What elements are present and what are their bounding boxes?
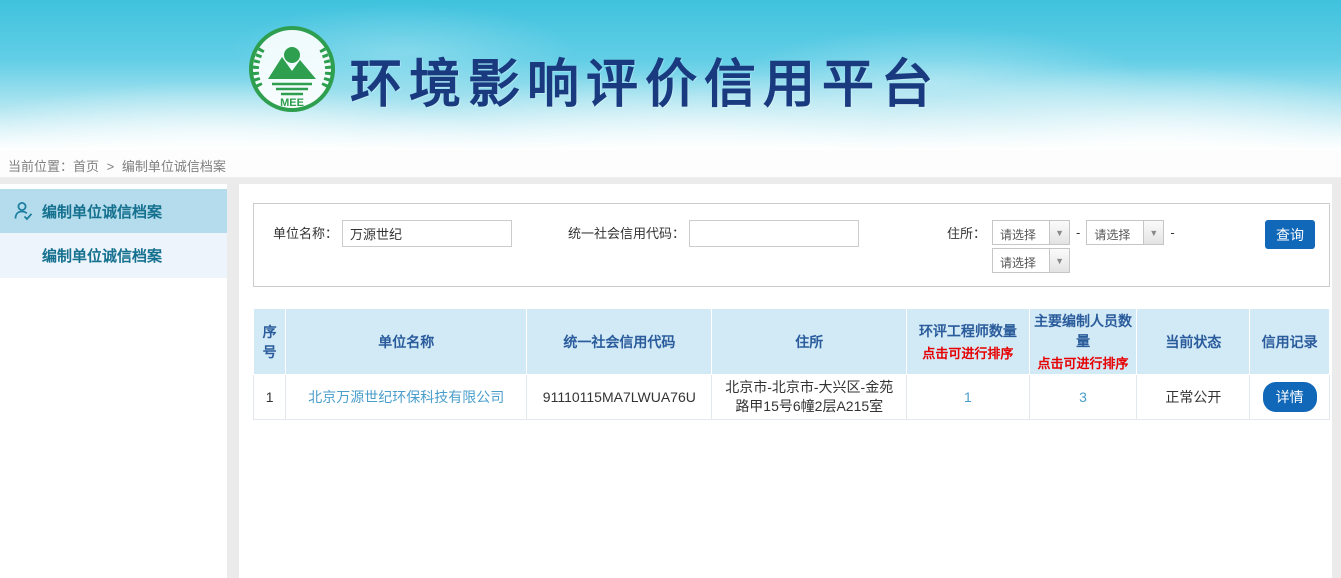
row-index: 1 (254, 375, 286, 420)
unit-name-label: 单位名称： (273, 220, 338, 247)
address-value: 北京市-北京市-大兴区-金苑路甲15号6幢2层A215室 (712, 375, 907, 420)
address-selects: 请选择 ▼ - 请选择 ▼ - 请选择 ▼ (992, 220, 1181, 273)
province-select[interactable]: 请选择 ▼ (992, 220, 1070, 245)
content-area: 单位名称： 统一社会信用代码： 住所： 请选择 ▼ - 请选择 ▼ (239, 184, 1332, 578)
sidebar-item-label: 编制单位诚信档案 (42, 201, 162, 222)
address-label: 住所： (947, 220, 986, 247)
sort-hint[interactable]: 点击可进行排序 (909, 343, 1027, 362)
sidebar-subitem-unit-credit-archive[interactable]: 编制单位诚信档案 (0, 233, 227, 278)
breadcrumb-label: 当前位置： (8, 159, 73, 174)
column-header-credit-record: 信用记录 (1250, 309, 1330, 375)
status-value: 正常公开 (1137, 375, 1250, 420)
sidebar-item-unit-credit-archive[interactable]: 编制单位诚信档案 (0, 189, 227, 233)
unit-name-input[interactable] (342, 220, 512, 247)
sidebar: 编制单位诚信档案 编制单位诚信档案 (0, 184, 227, 578)
column-header-staff-count[interactable]: 主要编制人员数量 点击可进行排序 (1029, 309, 1137, 375)
main-layout: 编制单位诚信档案 编制单位诚信档案 单位名称： 统一社会信用代码： 住所： 请选… (0, 178, 1341, 578)
chevron-down-icon[interactable]: ▼ (1049, 249, 1069, 272)
column-header-address: 住所 (712, 309, 907, 375)
credit-code-label: 统一社会信用代码： (568, 220, 685, 247)
user-check-icon (12, 200, 34, 222)
sort-hint[interactable]: 点击可进行排序 (1032, 353, 1135, 372)
column-header-company: 单位名称 (286, 309, 527, 375)
city-select[interactable]: 请选择 ▼ (1086, 220, 1164, 245)
table-row: 1 北京万源世纪环保科技有限公司 91110115MA7LWUA76U 北京市-… (254, 375, 1330, 420)
credit-code-input[interactable] (689, 220, 859, 247)
query-button[interactable]: 查询 (1265, 220, 1315, 249)
breadcrumb-separator: > (107, 159, 115, 174)
dash-separator: - (1076, 220, 1080, 245)
search-panel: 单位名称： 统一社会信用代码： 住所： 请选择 ▼ - 请选择 ▼ (253, 203, 1330, 287)
column-header-credit-code: 统一社会信用代码 (527, 309, 712, 375)
district-select[interactable]: 请选择 ▼ (992, 248, 1070, 273)
header-banner: MEE 环境影响评价信用平台 (0, 0, 1341, 150)
company-link[interactable]: 北京万源世纪环保科技有限公司 (308, 389, 504, 405)
breadcrumb: 当前位置：首页 > 编制单位诚信档案 (0, 150, 1341, 178)
dash-separator: - (1170, 220, 1174, 245)
page: MEE 环境影响评价信用平台 当前位置：首页 > 编制单位诚信档案 编制单位诚信… (0, 0, 1341, 578)
page-title: 环境影响评价信用平台 (350, 42, 940, 117)
credit-code-value: 91110115MA7LWUA76U (527, 375, 712, 420)
breadcrumb-current: 编制单位诚信档案 (122, 159, 226, 174)
results-table: 序号 单位名称 统一社会信用代码 住所 环评工程师数量 点击可进行排序 主要编制… (253, 308, 1330, 420)
detail-button[interactable]: 详情 (1263, 382, 1317, 412)
column-header-index: 序号 (254, 309, 286, 375)
mee-logo-icon: MEE (248, 25, 336, 113)
sidebar-subitem-label: 编制单位诚信档案 (42, 245, 162, 266)
column-header-status: 当前状态 (1137, 309, 1250, 375)
chevron-down-icon[interactable]: ▼ (1143, 221, 1163, 244)
column-header-engineer-count[interactable]: 环评工程师数量 点击可进行排序 (907, 309, 1030, 375)
svg-text:MEE: MEE (280, 97, 304, 109)
chevron-down-icon[interactable]: ▼ (1049, 221, 1069, 244)
staff-count-link[interactable]: 3 (1079, 389, 1087, 405)
engineer-count-link[interactable]: 1 (964, 389, 972, 405)
table-header-row: 序号 单位名称 统一社会信用代码 住所 环评工程师数量 点击可进行排序 主要编制… (254, 309, 1330, 375)
breadcrumb-home-link[interactable]: 首页 (73, 159, 99, 174)
